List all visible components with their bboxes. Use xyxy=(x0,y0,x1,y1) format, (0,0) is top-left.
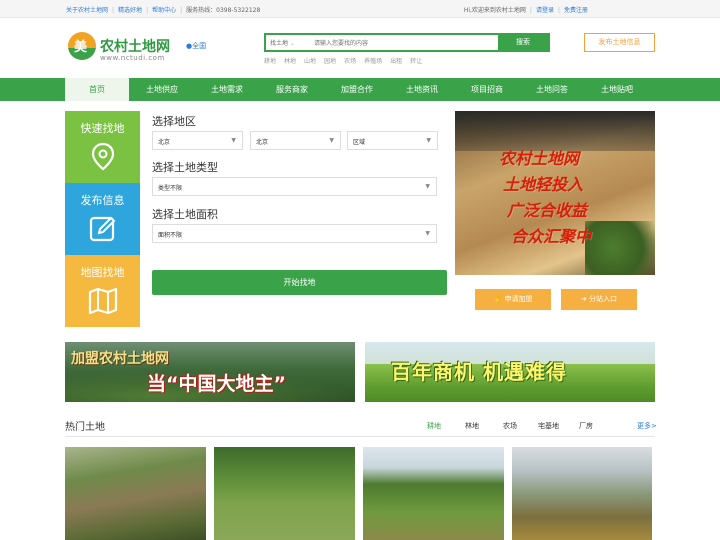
site-url: www.nctudi.com xyxy=(100,54,165,62)
search-input[interactable] xyxy=(314,36,498,50)
hot-word[interactable]: 农场 xyxy=(344,58,356,65)
map-icon xyxy=(88,287,118,315)
nav-home[interactable]: 首页 xyxy=(65,78,129,101)
region-filter-label: 选择地区 xyxy=(152,115,196,128)
land-photo[interactable] xyxy=(363,447,504,540)
search-button[interactable]: 搜索 xyxy=(498,35,548,50)
tab-farm[interactable]: 农场 xyxy=(503,421,517,431)
region-label: 全国 xyxy=(192,42,207,50)
district-select[interactable]: 区域 ▼ xyxy=(347,131,438,150)
promo-line: 合众汇聚中 xyxy=(511,227,592,246)
banner-text: 百年商机 机遇难得 xyxy=(391,360,567,384)
banner-line: 加盟农村土地网 xyxy=(71,351,169,367)
chevron-down-icon: ▼ xyxy=(426,137,431,144)
edit-icon xyxy=(89,216,116,242)
hot-word[interactable]: 出租 xyxy=(390,58,402,65)
main-nav: 首页 土地供应 土地需求 服务商家 加盟合作 土地资讯 项目招商 土地问答 土地… xyxy=(0,78,720,101)
hot-word[interactable]: 养殖场 xyxy=(364,58,382,65)
nav-investment[interactable]: 项目招商 xyxy=(455,78,519,101)
tab-factory[interactable]: 厂房 xyxy=(579,421,593,431)
map-pin-icon xyxy=(91,142,115,171)
nav-land-qa[interactable]: 土地问答 xyxy=(520,78,584,101)
tab-farmland[interactable]: 耕地 xyxy=(427,421,441,431)
hot-search-words: 耕地 林地 山地 园地 农场 养殖场 出租 转让 xyxy=(264,56,430,65)
welcome-text: Hi,欢迎来到农村土地网 xyxy=(463,7,526,14)
apply-join-button[interactable]: ✋ 申请加盟 xyxy=(475,289,551,310)
hot-word[interactable]: 山地 xyxy=(304,58,316,65)
login-link[interactable]: 请登录 xyxy=(536,7,554,14)
nav-land-supply[interactable]: 土地供应 xyxy=(130,78,194,101)
tile-label: 地图找地 xyxy=(80,266,125,279)
chevron-down-icon: ▼ xyxy=(329,137,334,144)
tab-forest[interactable]: 林地 xyxy=(465,421,479,431)
franchise-banner[interactable]: 加盟农村土地网 当“中国大地主” xyxy=(65,342,355,402)
search-type-select[interactable]: 找土地 ⌄ xyxy=(270,38,295,47)
promo-line: 广泛合收益 xyxy=(507,201,588,220)
promo-image[interactable]: 农村土地网 土地轻投入 广泛合收益 合众汇聚中 xyxy=(455,111,655,275)
login-icon: ➔ xyxy=(580,295,587,303)
quick-find-tile[interactable]: 快速找地 xyxy=(65,111,140,183)
start-search-button[interactable]: 开始找地 xyxy=(152,270,447,295)
publish-land-button[interactable]: 发布土地信息 xyxy=(584,33,655,52)
handshake-icon: ✋ xyxy=(493,295,503,303)
land-area-select[interactable]: 面积不限 ▼ xyxy=(152,224,437,243)
tile-label: 发布信息 xyxy=(80,194,125,207)
featured-land-link[interactable]: 精选好地 xyxy=(118,7,142,14)
tab-homestead[interactable]: 宅基地 xyxy=(538,421,559,431)
section-divider xyxy=(65,436,655,437)
tile-label: 快速找地 xyxy=(80,122,125,135)
hot-word[interactable]: 转让 xyxy=(410,58,422,65)
more-link[interactable]: 更多> xyxy=(637,421,657,431)
top-bar: 关于农村土地网 | 精选好地 | 帮助中心 | 服务热线：0398-5322128 Hi,欢… xyxy=(0,0,720,18)
chevron-down-icon: ⌄ xyxy=(289,40,295,47)
province-select[interactable]: 北京 ▼ xyxy=(152,131,243,150)
search-bar: 找土地 ⌄ 搜索 xyxy=(264,33,550,52)
hot-word[interactable]: 林地 xyxy=(284,58,296,65)
hot-word[interactable]: 耕地 xyxy=(264,58,276,65)
promo-line: 农村土地网 xyxy=(499,149,580,168)
account-links: Hi,欢迎来到农村土地网 | 请登录 | 免费注册 xyxy=(463,7,588,14)
top-links: 关于农村土地网 | 精选好地 | 帮助中心 | 服务热线：0398-5322128 xyxy=(66,7,261,14)
land-type-select[interactable]: 类型不限 ▼ xyxy=(152,177,437,196)
type-filter-label: 选择土地类型 xyxy=(152,161,218,174)
hot-land-title: 热门土地 xyxy=(65,422,105,433)
land-photo[interactable] xyxy=(65,447,206,540)
land-photo[interactable] xyxy=(512,447,652,540)
nav-land-demand[interactable]: 土地需求 xyxy=(195,78,259,101)
opportunity-banner[interactable]: 百年商机 机遇难得 xyxy=(365,342,655,402)
area-filter-label: 选择土地面积 xyxy=(152,208,218,221)
land-photo[interactable] xyxy=(214,447,355,540)
nav-service-providers[interactable]: 服务商家 xyxy=(260,78,324,101)
chevron-down-icon: ▼ xyxy=(231,137,236,144)
nav-land-forum[interactable]: 土地贴吧 xyxy=(585,78,649,101)
nav-franchise[interactable]: 加盟合作 xyxy=(325,78,389,101)
help-center-link[interactable]: 帮助中心 xyxy=(152,7,176,14)
hotline-text: 服务热线：0398-5322128 xyxy=(186,7,261,14)
promo-line: 土地轻投入 xyxy=(503,175,584,194)
register-link[interactable]: 免费注册 xyxy=(564,7,588,14)
chevron-down-icon: ▼ xyxy=(425,183,430,190)
publish-info-tile[interactable]: 发布信息 xyxy=(65,183,140,255)
banner-line: 当“中国大地主” xyxy=(147,373,286,395)
hot-word[interactable]: 园地 xyxy=(324,58,336,65)
about-link[interactable]: 关于农村土地网 xyxy=(66,7,108,14)
logo-emblem-icon: 美 xyxy=(68,32,96,60)
site-name: 农村土地网 xyxy=(100,39,170,55)
chevron-down-icon: ▼ xyxy=(425,230,430,237)
region-selector[interactable]: ●全国 xyxy=(186,41,206,51)
nav-land-news[interactable]: 土地资讯 xyxy=(390,78,454,101)
city-select[interactable]: 北京 ▼ xyxy=(250,131,341,150)
map-find-tile[interactable]: 地图找地 xyxy=(65,255,140,327)
branch-entry-button[interactable]: ➔ 分站入口 xyxy=(561,289,637,310)
